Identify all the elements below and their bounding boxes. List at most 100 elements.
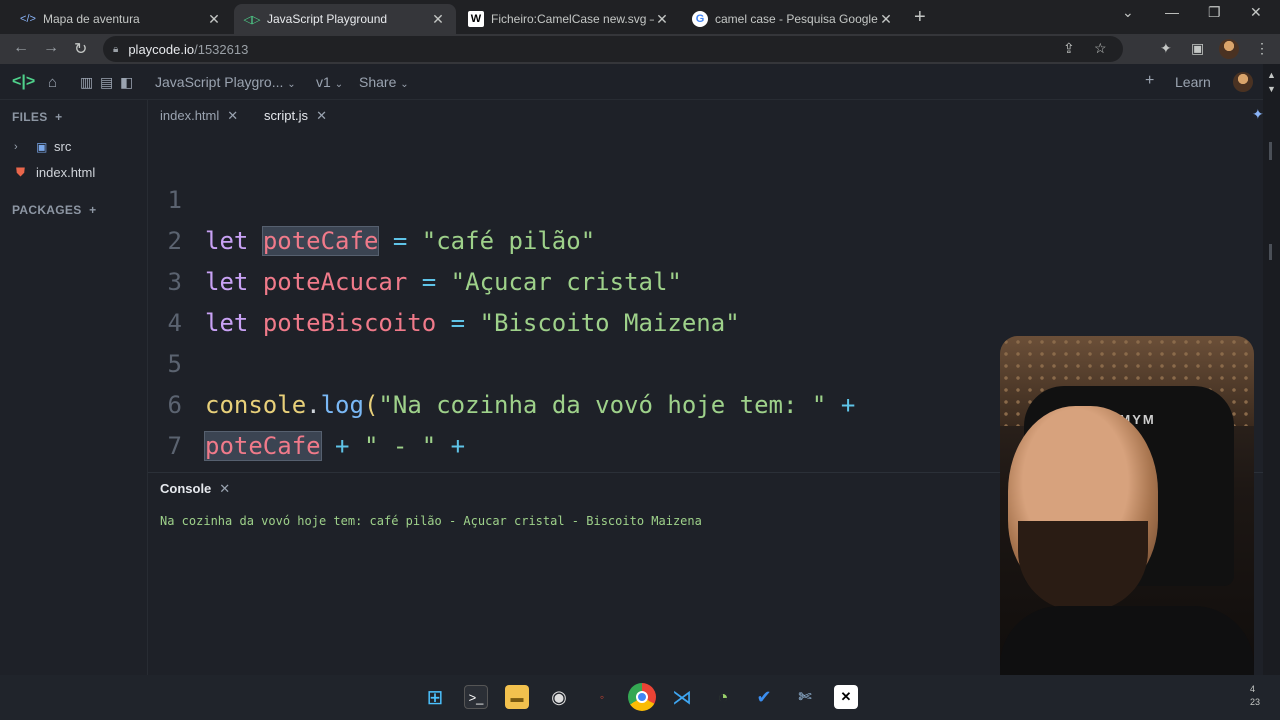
browser-tab-title: Mapa de aventura bbox=[43, 12, 140, 26]
tray-line-1: 4 bbox=[1250, 684, 1256, 694]
layout-split-icon[interactable]: ▥ bbox=[80, 74, 93, 91]
browser-tab-2[interactable]: ◁▷ JavaScript Playground ✕ bbox=[234, 4, 456, 34]
scroll-up-icon[interactable]: ▲ bbox=[1267, 70, 1276, 80]
address-bar[interactable]: 🔒︎ playcode.io/1532613 bbox=[103, 36, 1123, 62]
operator: = bbox=[392, 227, 408, 255]
code-line: 7 poteAcucar + " - " + bbox=[148, 385, 206, 460]
chrome-icon[interactable] bbox=[628, 683, 656, 711]
add-file-icon[interactable]: + bbox=[55, 110, 62, 124]
code-icon: </> bbox=[20, 13, 36, 25]
new-tab-icon[interactable]: + bbox=[914, 6, 926, 29]
editor-tabs: index.html ✕ script.js ✕ ✦ bbox=[148, 100, 1280, 130]
terminal-icon[interactable]: >_ bbox=[464, 685, 488, 709]
keyword: let bbox=[205, 268, 249, 296]
tab-label: script.js bbox=[264, 108, 309, 123]
project-title-dropdown[interactable]: JavaScript Playgro... ⌄ bbox=[155, 74, 296, 90]
reload-icon[interactable]: ↻ bbox=[74, 39, 87, 59]
minimize-icon[interactable]: — bbox=[1165, 4, 1179, 20]
files-header: FILES + bbox=[12, 110, 62, 124]
maximize-icon[interactable]: ❐ bbox=[1208, 4, 1221, 21]
tab-script-js[interactable]: script.js ✕ bbox=[264, 108, 327, 124]
wikipedia-icon: W bbox=[468, 11, 484, 27]
layout-panel-icon[interactable]: ◧ bbox=[120, 74, 133, 91]
share-dropdown[interactable]: Share ⌄ bbox=[359, 74, 409, 90]
user-avatar[interactable] bbox=[1233, 72, 1253, 92]
add-package-icon[interactable]: + bbox=[89, 203, 96, 217]
sidebar-item-label: index.html bbox=[36, 165, 96, 180]
recorder-icon[interactable]: ◦ bbox=[590, 685, 614, 709]
share-page-icon[interactable]: ⇪ bbox=[1063, 40, 1075, 57]
todo-check-icon[interactable]: ✔ bbox=[752, 685, 776, 709]
operator: + bbox=[450, 432, 466, 460]
variable: poteCafe bbox=[204, 431, 322, 461]
browser-tab-1[interactable]: </> Mapa de aventura ✕ bbox=[10, 4, 232, 34]
learn-link[interactable]: Learn bbox=[1175, 74, 1211, 90]
vscode-icon[interactable]: ⋊ bbox=[670, 685, 694, 709]
ai-sparkle-icon[interactable]: ✦ bbox=[1252, 106, 1264, 123]
close-icon[interactable]: ✕ bbox=[219, 481, 230, 496]
app-swirl-icon[interactable]: ◔ bbox=[711, 685, 735, 709]
chevron-down-icon: ⌄ bbox=[334, 79, 344, 90]
browser-tab-4[interactable]: G camel case - Pesquisa Google ✕ bbox=[682, 4, 904, 34]
bookmark-star-icon[interactable]: ☆ bbox=[1094, 40, 1107, 57]
code-line: 8 poteBiscoito bbox=[148, 426, 206, 467]
scroll-down-icon[interactable]: ▼ bbox=[1267, 84, 1276, 94]
close-tab-icon[interactable]: ✕ bbox=[206, 11, 222, 28]
playcode-logo-icon[interactable]: <|> bbox=[12, 73, 35, 91]
console-label: Console bbox=[160, 481, 212, 496]
file-explorer-icon[interactable]: ▬ bbox=[505, 685, 529, 709]
close-icon[interactable]: ✕ bbox=[316, 108, 327, 123]
close-tab-icon[interactable]: ✕ bbox=[654, 11, 670, 28]
page-scrollbar[interactable]: ▲ ▼ bbox=[1263, 64, 1280, 675]
chevron-down-icon: ⌄ bbox=[400, 79, 409, 90]
files-header-label: FILES bbox=[12, 110, 48, 124]
scroll-thumb[interactable] bbox=[1269, 142, 1272, 160]
chevron-down-icon: ⌄ bbox=[287, 79, 296, 90]
string-literal: "Biscoito Maizena" bbox=[479, 309, 740, 337]
version-dropdown[interactable]: v1 ⌄ bbox=[316, 74, 343, 90]
html5-icon: ⛊ bbox=[16, 165, 26, 179]
add-button[interactable]: + bbox=[1145, 72, 1154, 90]
browser-menu-icon[interactable]: ⋮ bbox=[1255, 40, 1269, 57]
back-icon[interactable]: ← bbox=[13, 39, 29, 57]
line-number: 8 bbox=[148, 467, 182, 470]
project-title: JavaScript Playgro... bbox=[155, 74, 284, 90]
sidebar-item-label: src bbox=[54, 139, 72, 154]
sidebar-item-src[interactable]: › ▣ src bbox=[14, 139, 71, 154]
operator: = bbox=[450, 309, 466, 337]
side-panel-icon[interactable]: ▣ bbox=[1191, 40, 1204, 57]
close-window-icon[interactable]: ✕ bbox=[1250, 4, 1262, 21]
google-icon: G bbox=[692, 11, 708, 27]
string-literal: "café pilão" bbox=[421, 227, 596, 255]
code-line: 2 let poteAcucar = "Açucar cristal" bbox=[148, 180, 682, 296]
browser-tab-3[interactable]: W Ficheiro:CamelCase new.svg – Wi ✕ bbox=[458, 4, 680, 34]
system-tray-clock[interactable]: 4 23 bbox=[1250, 683, 1260, 709]
snipping-tool-icon[interactable]: ✄ bbox=[793, 685, 817, 709]
capcut-icon[interactable]: ✕ bbox=[834, 685, 858, 709]
home-icon[interactable]: ⌂ bbox=[48, 74, 57, 91]
tray-line-2: 23 bbox=[1250, 697, 1261, 707]
close-tab-icon[interactable]: ✕ bbox=[430, 11, 446, 28]
person-beard bbox=[1018, 521, 1148, 611]
extensions-icon[interactable]: ✦ bbox=[1160, 40, 1172, 57]
operator: = bbox=[421, 268, 437, 296]
sidebar-item-index-html[interactable]: ⛊ index.html bbox=[16, 165, 95, 180]
app-header: <|> ⌂ ▥ ▤ ◧ JavaScript Playgro... ⌄ v1 ⌄… bbox=[0, 64, 1280, 100]
profile-avatar[interactable] bbox=[1219, 39, 1239, 59]
file-sidebar: FILES + › ▣ src ⛊ index.html PACKAGES + bbox=[0, 100, 148, 675]
close-icon[interactable]: ✕ bbox=[227, 108, 238, 123]
console-tab[interactable]: Console ✕ bbox=[160, 481, 230, 497]
obs-icon[interactable]: ◉ bbox=[547, 685, 571, 709]
windows-start-icon[interactable]: ⊞ bbox=[423, 685, 447, 709]
variable: poteAcucar bbox=[262, 268, 408, 296]
share-label: Share bbox=[359, 74, 397, 90]
tab-index-html[interactable]: index.html ✕ bbox=[160, 108, 238, 124]
close-tab-icon[interactable]: ✕ bbox=[878, 11, 894, 28]
forward-icon[interactable]: → bbox=[43, 39, 59, 57]
layout-stack-icon[interactable]: ▤ bbox=[100, 74, 113, 91]
url-path: /1532613 bbox=[194, 41, 249, 57]
dot: . bbox=[306, 391, 321, 419]
tab-search-icon[interactable]: ⌄ bbox=[1122, 4, 1134, 21]
lock-icon: 🔒︎ bbox=[113, 43, 119, 55]
folder-icon: ▣ bbox=[36, 139, 48, 154]
